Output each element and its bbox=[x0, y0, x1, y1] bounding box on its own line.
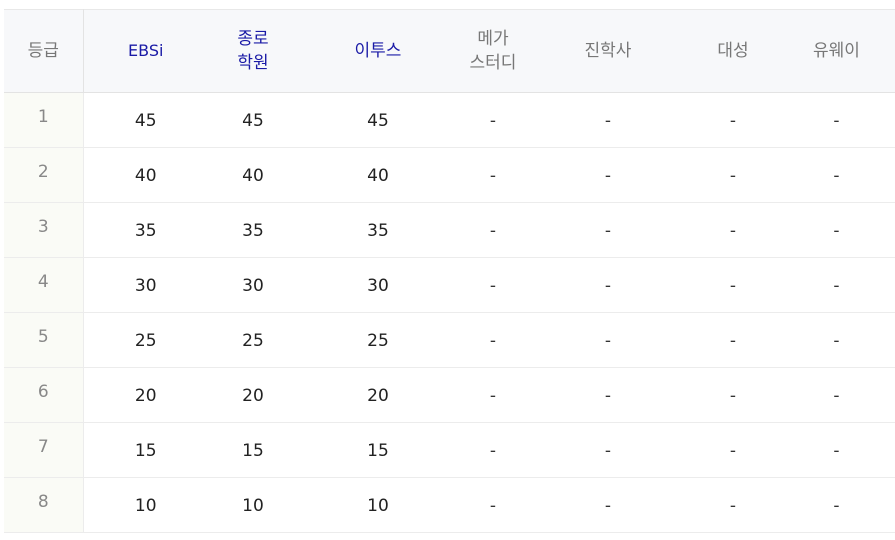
megastudy-cell: - bbox=[489, 496, 497, 516]
uway-cell: - bbox=[833, 331, 840, 351]
table-row: 2 40 40 40 - - - - bbox=[4, 147, 895, 203]
jongro-cell: 25 bbox=[242, 331, 264, 351]
etoos-cell: 15 bbox=[367, 441, 389, 461]
header-daesung: 대성 bbox=[717, 41, 749, 61]
ebsi-cell: 30 bbox=[134, 276, 157, 296]
jinhaksa-cell: - bbox=[604, 496, 612, 516]
header-etoos: 이투스 bbox=[354, 41, 402, 61]
uway-cell: - bbox=[833, 111, 840, 131]
daesung-cell: - bbox=[729, 111, 737, 131]
jongro-cell: 40 bbox=[242, 166, 264, 186]
megastudy-cell: - bbox=[489, 331, 497, 351]
megastudy-cell: - bbox=[489, 221, 497, 241]
megastudy-cell: - bbox=[489, 441, 497, 461]
etoos-cell: 20 bbox=[367, 386, 389, 406]
grade-cell: 3 bbox=[4, 202, 84, 258]
etoos-cell: 45 bbox=[367, 111, 389, 131]
megastudy-cell: - bbox=[489, 276, 497, 296]
daesung-cell: - bbox=[729, 221, 737, 241]
uway-cell: - bbox=[833, 441, 840, 461]
megastudy-cell: - bbox=[489, 386, 497, 406]
grade-cell: 4 bbox=[4, 257, 84, 313]
header-jongro: 종로 학원 bbox=[237, 29, 269, 73]
header-megastudy: 메가 스터디 bbox=[469, 29, 517, 73]
jinhaksa-cell: - bbox=[604, 276, 612, 296]
table-header-row: 등급 EBSi 종로 학원 이투스 메가 스터디 진학사 대성 유웨이 bbox=[4, 9, 895, 93]
grade-cell: 8 bbox=[4, 477, 84, 533]
ebsi-cell: 45 bbox=[134, 111, 157, 131]
etoos-cell: 25 bbox=[367, 331, 389, 351]
etoos-cell: 10 bbox=[367, 496, 389, 516]
jinhaksa-cell: - bbox=[604, 331, 612, 351]
daesung-cell: - bbox=[729, 276, 737, 296]
grade-cell: 6 bbox=[4, 367, 84, 423]
jongro-cell: 10 bbox=[242, 496, 264, 516]
header-ebsi: EBSi bbox=[128, 41, 164, 60]
daesung-cell: - bbox=[729, 496, 737, 516]
jongro-cell: 30 bbox=[242, 276, 264, 296]
ebsi-cell: 40 bbox=[134, 166, 157, 186]
table-row: 6 20 20 20 - - - - bbox=[4, 367, 895, 423]
daesung-cell: - bbox=[729, 441, 737, 461]
table-row: 4 30 30 30 - - - - bbox=[4, 257, 895, 313]
ebsi-cell: 20 bbox=[134, 386, 157, 406]
header-uway: 유웨이 bbox=[813, 41, 860, 61]
grade-cell: 5 bbox=[4, 312, 84, 368]
uway-cell: - bbox=[833, 166, 840, 186]
daesung-cell: - bbox=[729, 166, 737, 186]
jongro-cell: 15 bbox=[242, 441, 264, 461]
jinhaksa-cell: - bbox=[604, 221, 612, 241]
table-row: 5 25 25 25 - - - - bbox=[4, 312, 895, 368]
jinhaksa-cell: - bbox=[604, 166, 612, 186]
grade-cutoff-table-container: 등급 EBSi 종로 학원 이투스 메가 스터디 진학사 대성 유웨이 1 45… bbox=[4, 9, 895, 533]
uway-cell: - bbox=[833, 221, 840, 241]
etoos-cell: 35 bbox=[367, 221, 389, 241]
uway-cell: - bbox=[833, 386, 840, 406]
daesung-cell: - bbox=[729, 331, 737, 351]
ebsi-cell: 15 bbox=[134, 441, 157, 461]
table-row: 7 15 15 15 - - - - bbox=[4, 422, 895, 478]
header-jinhaksa: 진학사 bbox=[584, 41, 632, 61]
megastudy-cell: - bbox=[489, 111, 497, 131]
daesung-cell: - bbox=[729, 386, 737, 406]
jongro-cell: 20 bbox=[242, 386, 264, 406]
etoos-cell: 30 bbox=[367, 276, 389, 296]
ebsi-cell: 25 bbox=[134, 331, 157, 351]
jongro-cell: 35 bbox=[242, 221, 264, 241]
table-row: 3 35 35 35 - - - - bbox=[4, 202, 895, 258]
ebsi-cell: 10 bbox=[134, 496, 157, 516]
etoos-cell: 40 bbox=[367, 166, 389, 186]
table-body: 1 45 45 45 - - - - 2 40 40 40 - - - - 3 bbox=[4, 92, 895, 533]
grade-cell: 2 bbox=[4, 147, 84, 203]
jongro-cell: 45 bbox=[242, 111, 264, 131]
table-row: 1 45 45 45 - - - - bbox=[4, 92, 895, 148]
jinhaksa-cell: - bbox=[604, 441, 612, 461]
megastudy-cell: - bbox=[489, 166, 497, 186]
grade-cell: 7 bbox=[4, 422, 84, 478]
uway-cell: - bbox=[833, 276, 840, 296]
uway-cell: - bbox=[833, 496, 840, 516]
jinhaksa-cell: - bbox=[604, 386, 612, 406]
header-grade: 등급 bbox=[4, 9, 84, 93]
table-row: 8 10 10 10 - - - - bbox=[4, 477, 895, 533]
jinhaksa-cell: - bbox=[604, 111, 612, 131]
grade-cell: 1 bbox=[4, 92, 84, 148]
ebsi-cell: 35 bbox=[134, 221, 157, 241]
grade-cutoff-table: 등급 EBSi 종로 학원 이투스 메가 스터디 진학사 대성 유웨이 1 45… bbox=[4, 9, 895, 533]
